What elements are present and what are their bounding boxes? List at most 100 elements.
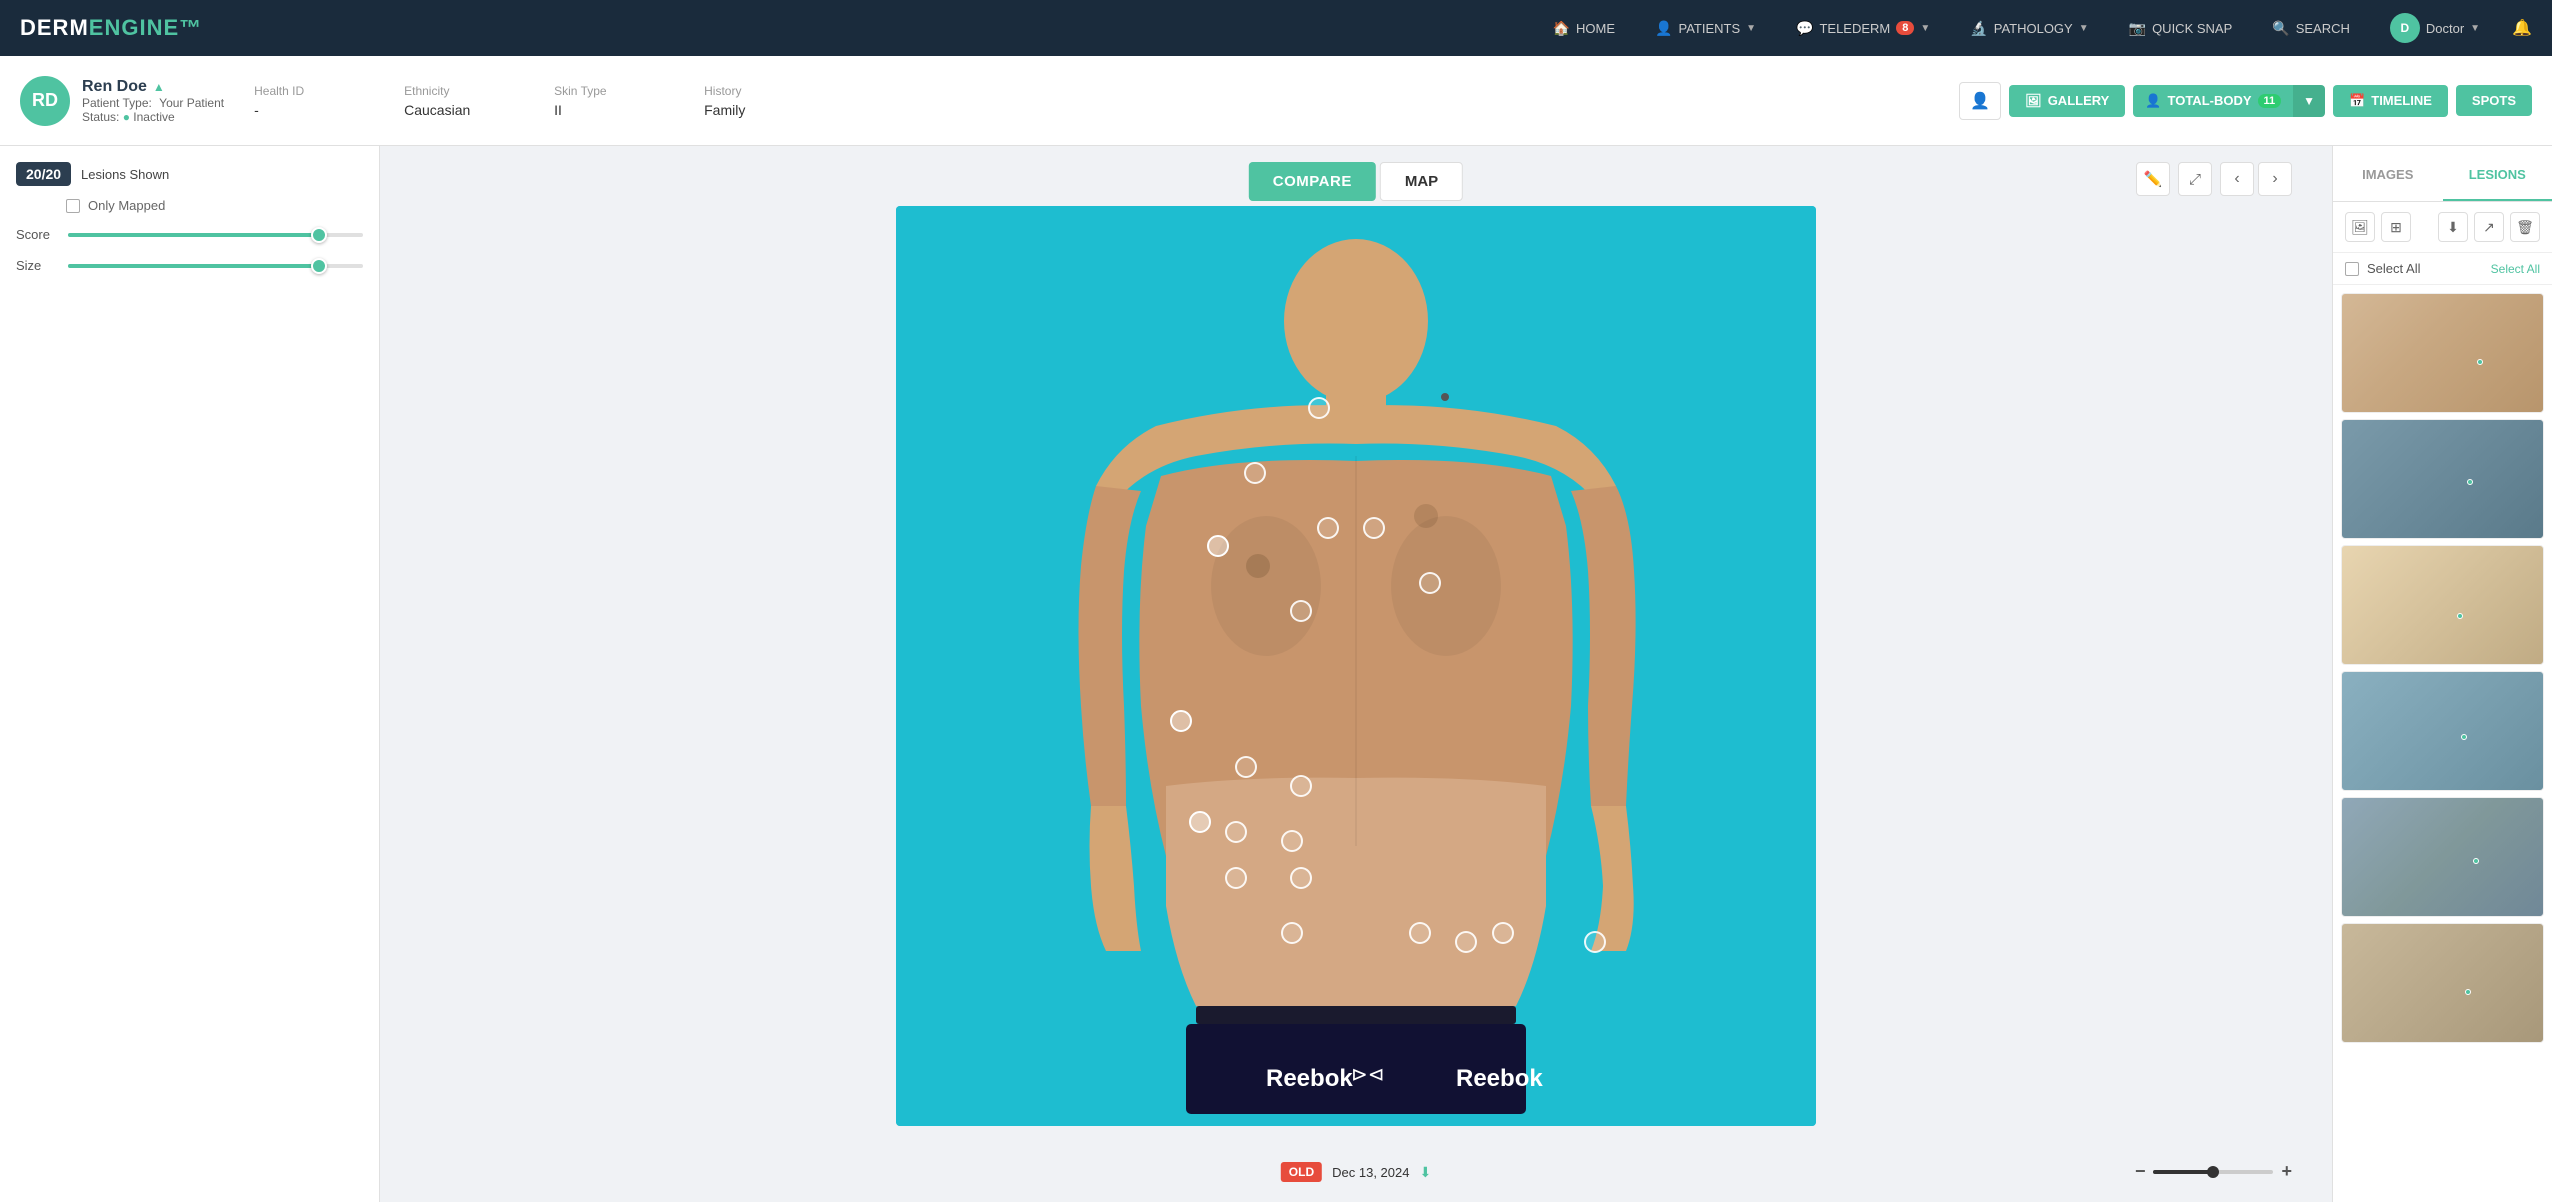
thumbnail-6[interactable] bbox=[2341, 923, 2544, 1043]
telederm-icon: 💬 bbox=[1796, 20, 1813, 37]
right-sidebar: IMAGES LESIONS 🖼 ⊞ ⬇ ↗ 🗑 Select All Sele… bbox=[2332, 146, 2552, 1202]
thumbnail-grid bbox=[2333, 285, 2552, 1202]
fullscreen-button[interactable]: ⤢ bbox=[2178, 162, 2212, 196]
lesion-dot-4[interactable] bbox=[1317, 517, 1339, 539]
sidebar-image-icon-button[interactable]: 🖼 bbox=[2345, 212, 2375, 242]
patient-type: Patient Type: Your Patient bbox=[82, 96, 224, 110]
nav-quicksnap[interactable]: 📷 QUICK SNAP bbox=[2121, 16, 2241, 41]
svg-text:Reebok: Reebok bbox=[1456, 1065, 1543, 1092]
nav-telederm[interactable]: 💬 TELEDERM 8 ▼ bbox=[1788, 16, 1938, 41]
lesions-count-badge: 20/20 bbox=[16, 162, 71, 186]
gallery-button[interactable]: 🖼 GALLERY bbox=[2009, 85, 2125, 117]
main-layout: 20/20 Lesions Shown Only Mapped Score Si… bbox=[0, 146, 2552, 1202]
sidebar-share-button[interactable]: ↗ bbox=[2474, 212, 2504, 242]
lesion-dot-11[interactable] bbox=[1225, 821, 1247, 843]
doctor-dropdown-arrow: ▼ bbox=[2470, 23, 2480, 34]
telederm-dropdown-arrow: ▼ bbox=[1920, 23, 1930, 34]
zoom-out-button[interactable]: − bbox=[2135, 1161, 2146, 1182]
tab-lesions[interactable]: LESIONS bbox=[2443, 146, 2552, 201]
history-label: History bbox=[704, 84, 824, 98]
health-id-value: - bbox=[254, 102, 374, 118]
timeline-button[interactable]: 📅 TIMELINE bbox=[2333, 85, 2448, 117]
nav-pathology[interactable]: 🔬 PATHOLOGY ▼ bbox=[1962, 16, 2096, 41]
thumbnail-3[interactable] bbox=[2341, 545, 2544, 665]
patients-icon: 👤 bbox=[1655, 20, 1672, 37]
thumbnail-5[interactable] bbox=[2341, 797, 2544, 917]
lesion-dot-13[interactable] bbox=[1290, 867, 1312, 889]
lesion-dot-3[interactable] bbox=[1207, 535, 1229, 557]
zoom-bar: − + bbox=[2135, 1161, 2292, 1182]
notification-bell-icon[interactable]: 🔔 bbox=[2512, 18, 2532, 38]
telederm-badge: 8 bbox=[1896, 21, 1914, 35]
nav-search[interactable]: 🔍 SEARCH bbox=[2264, 16, 2358, 41]
doctor-name-label: Doctor bbox=[2426, 21, 2464, 36]
lesion-dot-1[interactable] bbox=[1308, 397, 1330, 419]
nav-patients[interactable]: 👤 PATIENTS ▼ bbox=[1647, 16, 1764, 41]
score-slider-track[interactable] bbox=[68, 233, 363, 237]
skin-type-label: Skin Type bbox=[554, 84, 674, 98]
nav-doctor[interactable]: D Doctor ▼ bbox=[2382, 9, 2488, 47]
tab-images[interactable]: IMAGES bbox=[2333, 146, 2443, 201]
sidebar-delete-button[interactable]: 🗑 bbox=[2510, 212, 2540, 242]
size-slider-track[interactable] bbox=[68, 264, 363, 268]
lesion-dot-16[interactable] bbox=[1281, 922, 1303, 944]
prev-image-button[interactable]: ‹ bbox=[2220, 162, 2254, 196]
lesion-dot-10[interactable] bbox=[1290, 775, 1312, 797]
thumbnail-1[interactable] bbox=[2341, 293, 2544, 413]
nav-home[interactable]: 🏠 HOME bbox=[1545, 16, 1623, 41]
lesion-dot-2[interactable] bbox=[1244, 462, 1266, 484]
thumb-dot bbox=[2461, 734, 2467, 740]
download-icon[interactable]: ⬇ bbox=[1419, 1164, 1431, 1181]
lesion-dot-5[interactable] bbox=[1363, 517, 1385, 539]
lesion-dot-9[interactable] bbox=[1235, 756, 1257, 778]
lesion-dot-12[interactable] bbox=[1281, 830, 1303, 852]
lesion-dot-7[interactable] bbox=[1290, 600, 1312, 622]
body-image: Reebok Reebok ⊳⊲ bbox=[896, 206, 1816, 1126]
spots-button[interactable]: SPOTS bbox=[2456, 85, 2532, 116]
select-all-link[interactable]: Select All bbox=[2491, 262, 2540, 276]
next-image-button[interactable]: › bbox=[2258, 162, 2292, 196]
thumb-dot bbox=[2473, 858, 2479, 864]
draw-tool-button[interactable]: ✏️ bbox=[2136, 162, 2170, 196]
score-slider-row: Score bbox=[16, 225, 363, 244]
total-body-dropdown-button[interactable]: ▼ bbox=[2293, 85, 2325, 117]
patient-profile-button[interactable]: 👤 bbox=[1959, 82, 2001, 120]
lesion-dot-20[interactable] bbox=[1584, 931, 1606, 953]
nav-telederm-label: TELEDERM bbox=[1819, 21, 1890, 36]
select-all-checkbox[interactable] bbox=[2345, 262, 2359, 276]
map-button[interactable]: MAP bbox=[1380, 162, 1463, 201]
compare-button[interactable]: COMPARE bbox=[1249, 162, 1376, 201]
sidebar-grid-icon-button[interactable]: ⊞ bbox=[2381, 212, 2411, 242]
lesions-count-row: 20/20 Lesions Shown bbox=[16, 162, 363, 186]
body-figure-svg: Reebok Reebok ⊳⊲ bbox=[896, 206, 1816, 1126]
ethnicity-label: Ethnicity bbox=[404, 84, 524, 98]
body-image-container[interactable]: Reebok Reebok ⊳⊲ bbox=[896, 206, 1816, 1126]
thumbnail-2[interactable] bbox=[2341, 419, 2544, 539]
total-body-button[interactable]: 👤 TOTAL-BODY 11 bbox=[2133, 85, 2293, 117]
logo-accent: ENGINE™ bbox=[89, 15, 202, 40]
only-mapped-checkbox[interactable] bbox=[66, 199, 80, 213]
zoom-slider-track[interactable] bbox=[2153, 1170, 2273, 1174]
lesion-dot-14[interactable] bbox=[1189, 811, 1211, 833]
up-arrow-icon: ▲ bbox=[153, 80, 165, 94]
sidebar-download-button[interactable]: ⬇ bbox=[2438, 212, 2468, 242]
ethnicity-value: Caucasian bbox=[404, 102, 524, 118]
patient-bar-actions: 👤 🖼 GALLERY 👤 TOTAL-BODY 11 ▼ 📅 TIMELINE… bbox=[1959, 82, 2532, 120]
select-all-row: Select All Select All bbox=[2333, 253, 2552, 285]
thumbnail-4[interactable] bbox=[2341, 671, 2544, 791]
total-body-group: 👤 TOTAL-BODY 11 ▼ bbox=[2133, 85, 2325, 117]
zoom-in-button[interactable]: + bbox=[2281, 1161, 2292, 1182]
search-icon: 🔍 bbox=[2272, 20, 2289, 37]
lesion-dot-6[interactable] bbox=[1419, 572, 1441, 594]
pathology-dropdown-arrow: ▼ bbox=[2079, 23, 2089, 34]
lesion-dot-8[interactable] bbox=[1170, 710, 1192, 732]
patient-info: Ren Doe ▲ Patient Type: Your Patient Sta… bbox=[82, 78, 224, 124]
lesion-dot-18[interactable] bbox=[1455, 931, 1477, 953]
size-label: Size bbox=[16, 258, 56, 273]
lesion-dot-17[interactable] bbox=[1409, 922, 1431, 944]
top-navigation: DERMENGINE™ 🏠 HOME 👤 PATIENTS ▼ 💬 TELEDE… bbox=[0, 0, 2552, 56]
lesion-dot-19[interactable] bbox=[1492, 922, 1514, 944]
lesion-dot-15[interactable] bbox=[1225, 867, 1247, 889]
left-panel: 20/20 Lesions Shown Only Mapped Score Si… bbox=[0, 146, 380, 1202]
only-mapped-row: Only Mapped bbox=[66, 198, 363, 213]
